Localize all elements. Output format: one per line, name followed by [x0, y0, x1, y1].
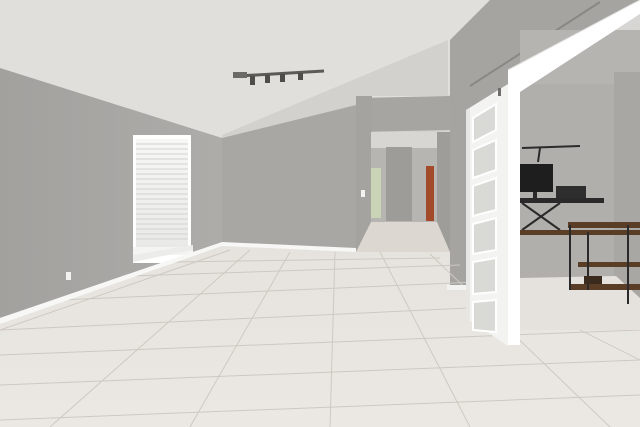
light-switch: [361, 190, 365, 197]
outlet: [66, 272, 71, 280]
monitor: [520, 164, 553, 192]
sliding-barn-door: [466, 84, 508, 346]
room-photo: [0, 0, 640, 427]
window-with-blinds: [133, 135, 193, 263]
